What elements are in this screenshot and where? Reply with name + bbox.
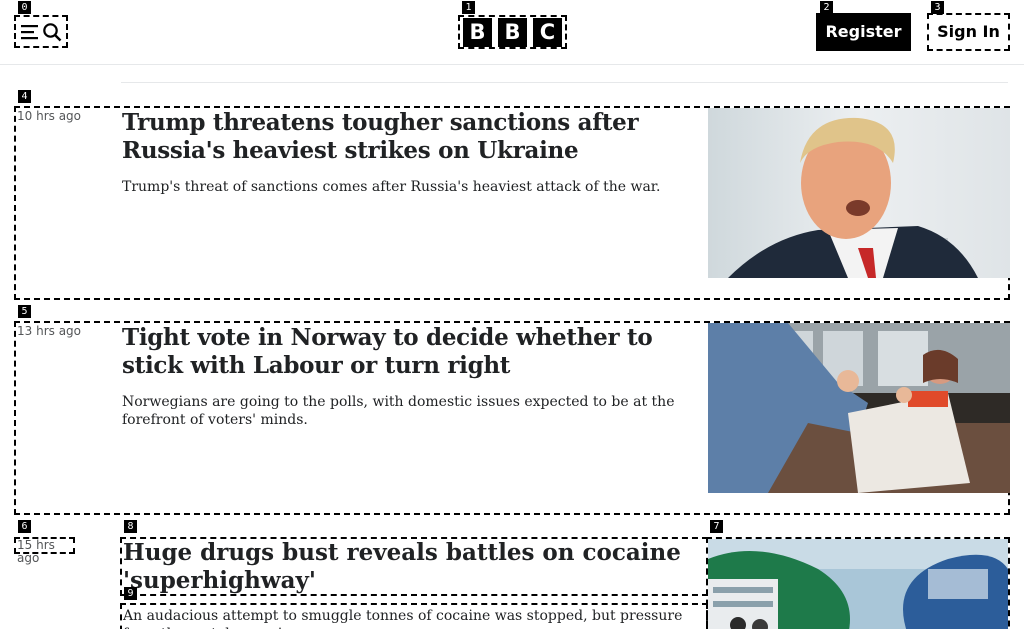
site-header: 0 1 B B C 2 Register 3 Sign In xyxy=(0,0,1024,65)
article-image-link[interactable] xyxy=(706,537,1010,629)
marker-label: 5 xyxy=(18,305,31,318)
article-summary-link[interactable]: An audacious attempt to smuggle tonnes o… xyxy=(120,603,708,629)
article-headline-link[interactable]: Huge drugs bust reveals battles on cocai… xyxy=(120,537,708,596)
article-timestamp: 13 hrs ago xyxy=(17,324,82,338)
marker-label: 8 xyxy=(124,520,137,533)
article-image xyxy=(708,323,1010,493)
marker-label: 1 xyxy=(462,1,475,14)
logo-letter: B xyxy=(498,17,527,47)
sign-in-button[interactable]: Sign In xyxy=(927,13,1010,51)
menu-search-button[interactable] xyxy=(14,15,68,48)
article-timestamp[interactable]: 15 hrs ago xyxy=(14,537,75,565)
logo-letter: B xyxy=(463,17,492,47)
article-summary: Trump's threat of sanctions comes after … xyxy=(122,179,661,195)
bbc-logo[interactable]: B B C xyxy=(458,15,567,49)
article-card[interactable]: 13 hrs ago Tight vote in Norway to decid… xyxy=(14,321,1010,515)
register-button[interactable]: Register xyxy=(816,13,911,51)
article-headline: Tight vote in Norway to decide whether t… xyxy=(122,324,653,379)
article-timestamp: 10 hrs ago xyxy=(17,109,82,123)
logo-letter: C xyxy=(533,17,562,47)
article-summary: Norwegians are going to the polls, with … xyxy=(122,394,675,428)
marker-label: 4 xyxy=(18,90,31,103)
marker-label: 0 xyxy=(18,1,31,14)
marker-label: 7 xyxy=(710,520,723,533)
article-image xyxy=(708,108,1010,278)
divider xyxy=(121,82,1008,83)
search-icon xyxy=(42,22,61,41)
marker-label: 6 xyxy=(18,520,31,533)
marker-label: 9 xyxy=(124,587,137,600)
marker-label: 3 xyxy=(931,1,944,14)
article-card[interactable]: 10 hrs ago Trump threatens tougher sanct… xyxy=(14,106,1010,300)
article-headline: Trump threatens tougher sanctions after … xyxy=(122,109,639,164)
menu-icon xyxy=(20,24,38,39)
marker-label: 2 xyxy=(820,1,833,14)
